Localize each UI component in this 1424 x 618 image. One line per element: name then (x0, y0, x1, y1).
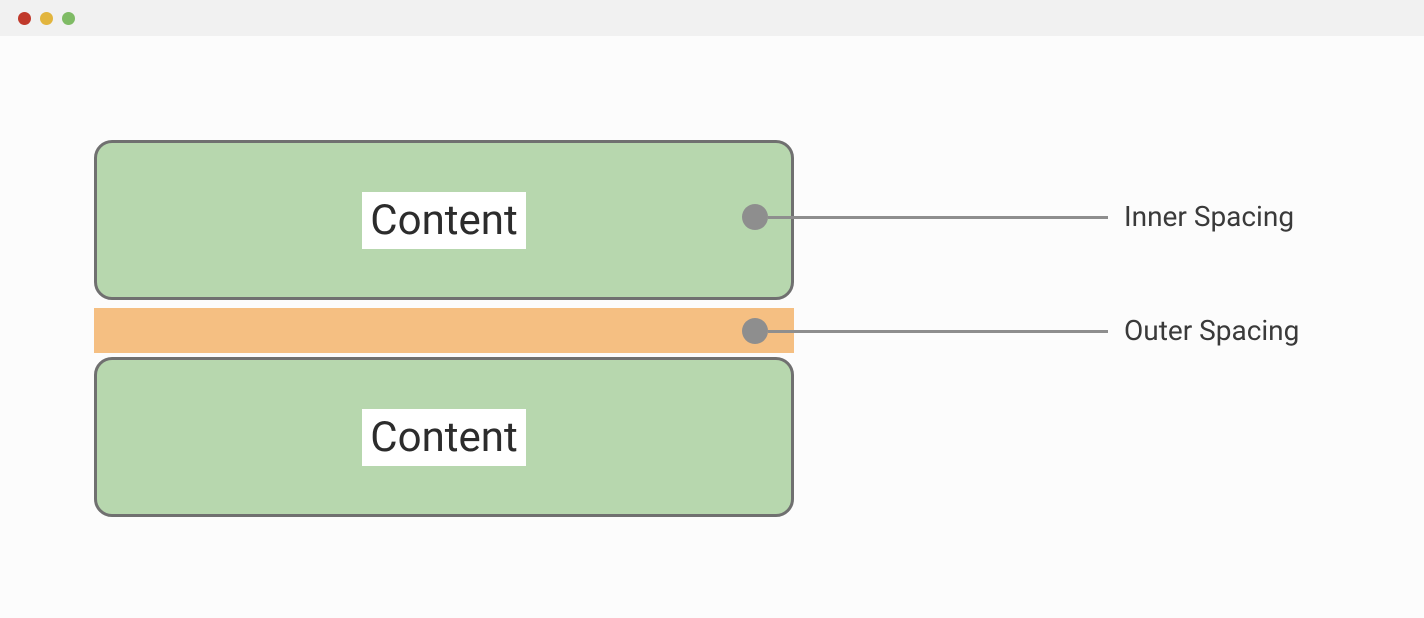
callout-dot-inner (742, 204, 768, 230)
minimize-icon[interactable] (40, 12, 53, 25)
content-label-bottom: Content (362, 409, 525, 466)
callout-line-outer (768, 330, 1108, 333)
close-icon[interactable] (18, 12, 31, 25)
diagram-canvas: Content Content Inner Spacing Outer Spac… (0, 36, 1424, 618)
content-box-bottom: Content (94, 357, 794, 517)
content-label-top: Content (362, 192, 525, 249)
callout-label-outer: Outer Spacing (1124, 314, 1299, 347)
content-box-top: Content (94, 140, 794, 300)
maximize-icon[interactable] (62, 12, 75, 25)
window-titlebar (0, 0, 1424, 36)
outer-spacing-band (94, 308, 794, 353)
callout-line-inner (768, 216, 1108, 219)
callout-dot-outer (742, 318, 768, 344)
callout-label-inner: Inner Spacing (1124, 200, 1294, 233)
